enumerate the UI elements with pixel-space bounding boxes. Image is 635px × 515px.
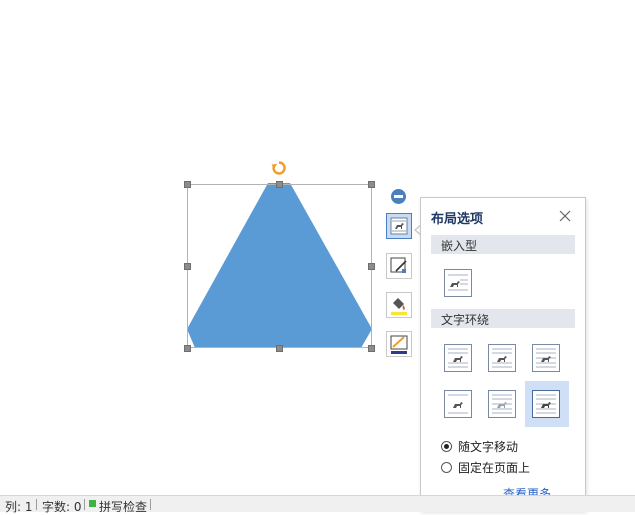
wrap-section-label: 文字环绕	[441, 313, 490, 327]
panel-title: 布局选项	[431, 212, 484, 227]
selection-box	[187, 184, 372, 348]
fix-position-label[interactable]: 固定在页面上	[458, 459, 530, 476]
wrap-section-header: 文字环绕	[431, 309, 575, 328]
status-bar: 列: 1 字数: 0 拼写检查	[0, 495, 635, 515]
spell-check-button[interactable]: 拼写检查	[99, 498, 147, 515]
wrap-in-front-cell[interactable]	[525, 381, 569, 427]
wrap-behind-text-option[interactable]	[488, 390, 516, 418]
move-with-text-radio[interactable]	[441, 441, 452, 452]
wrap-tight-option[interactable]	[488, 344, 516, 372]
fix-position-radio[interactable]	[441, 462, 452, 473]
wrap-in-front-icon	[536, 394, 556, 414]
wrap-inline-option[interactable]	[444, 269, 472, 297]
text-wrap-icon	[390, 217, 408, 235]
line-color-icon	[390, 335, 408, 354]
wrap-top-bottom-option[interactable]	[444, 390, 472, 418]
move-with-text-label[interactable]: 随文字移动	[458, 438, 518, 455]
collapse-toolbar-button[interactable]	[391, 189, 406, 204]
wrap-square-option[interactable]	[444, 344, 472, 372]
wrap-top-bottom-icon	[448, 394, 468, 414]
wrap-behind-text-icon	[492, 394, 512, 414]
pencil-icon	[390, 257, 407, 273]
wrap-in-front-option[interactable]	[532, 390, 560, 418]
wrap-inline-icon	[448, 274, 468, 291]
spell-check-status-icon	[89, 500, 96, 507]
close-icon[interactable]	[557, 208, 573, 224]
wrap-through-icon	[536, 348, 556, 368]
wrap-through-option[interactable]	[532, 344, 560, 372]
status-divider	[84, 499, 85, 510]
resize-handle-top-right[interactable]	[368, 181, 375, 188]
status-divider	[150, 499, 151, 510]
resize-handle-bottom-left[interactable]	[184, 345, 191, 352]
column-indicator: 列: 1	[5, 500, 33, 514]
layout-options-panel: 布局选项 嵌入型 文字环绕 随文字移动 固定在页面上 查看更多...	[420, 197, 586, 511]
rotate-handle-icon[interactable]	[271, 160, 287, 176]
resize-handle-bottom[interactable]	[276, 345, 283, 352]
outline-color-button[interactable]	[386, 331, 412, 357]
resize-handle-right[interactable]	[368, 263, 375, 270]
resize-handle-top-left[interactable]	[184, 181, 191, 188]
wrap-square-icon	[448, 348, 468, 368]
fill-color-button[interactable]	[386, 292, 412, 318]
resize-handle-top[interactable]	[276, 181, 283, 188]
resize-handle-left[interactable]	[184, 263, 191, 270]
inline-section-header: 嵌入型	[431, 235, 575, 254]
wrap-tight-icon	[492, 348, 512, 368]
status-divider	[36, 499, 37, 510]
inline-section-label: 嵌入型	[441, 239, 478, 253]
resize-handle-bottom-right[interactable]	[368, 345, 375, 352]
paint-bucket-icon	[391, 298, 407, 315]
layout-options-button[interactable]	[386, 213, 412, 239]
word-count[interactable]: 字数: 0	[42, 498, 82, 515]
shape-edit-button[interactable]	[386, 253, 412, 279]
